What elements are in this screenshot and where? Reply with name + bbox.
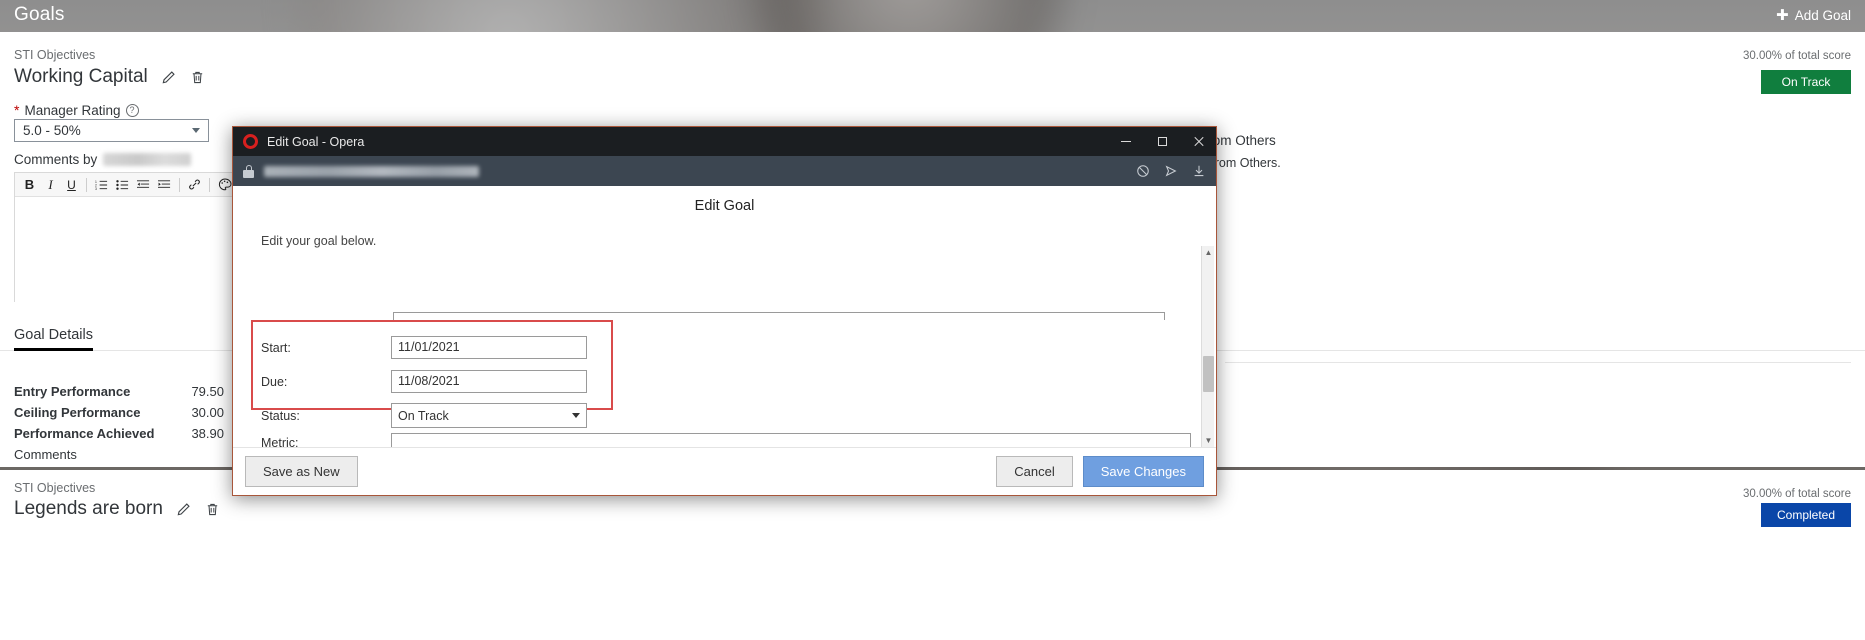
bulleted-list-icon[interactable] [112, 174, 133, 195]
start-input[interactable]: 11/01/2021 [391, 336, 587, 359]
window-title-bar[interactable]: Edit Goal - Opera [233, 127, 1216, 156]
dialog-scrollbar[interactable]: ▲ ▼ [1201, 246, 1214, 447]
maximize-button[interactable] [1144, 127, 1180, 156]
outdent-icon[interactable] [133, 174, 154, 195]
detail-key: Ceiling Performance [14, 405, 141, 420]
toolbar-divider [86, 177, 87, 192]
save-as-new-button[interactable]: Save as New [245, 456, 358, 487]
dialog-heading: Edit Goal [694, 198, 755, 214]
due-input[interactable]: 11/08/2021 [391, 370, 587, 393]
status-badge: Completed [1761, 503, 1851, 527]
goal-title-row: Legends are born [14, 498, 221, 520]
close-icon [1193, 136, 1204, 147]
link-icon[interactable] [184, 174, 205, 195]
app-page: Goals ✚ Add Goal STI Objectives Working … [0, 0, 1865, 640]
lock-icon [243, 164, 254, 178]
score-note: 30.00% of total score [1742, 50, 1851, 62]
goal-title-row: Working Capital [14, 66, 206, 88]
plus-icon: ✚ [1776, 6, 1789, 24]
manager-rating-label: * Manager Rating ? [14, 102, 139, 118]
address-bar[interactable] [233, 156, 1216, 186]
detail-key: Comments [14, 447, 77, 462]
chevron-down-icon[interactable]: ▼ [1202, 434, 1215, 447]
start-label: Start: [261, 340, 291, 355]
scrollbar-thumb[interactable] [1203, 356, 1214, 392]
objective-label: STI Objectives [14, 48, 96, 62]
redacted-author-name [103, 153, 192, 166]
italic-icon[interactable]: I [40, 174, 61, 195]
chevron-down-icon [572, 413, 580, 418]
form-section-border [393, 312, 1165, 320]
toolbar-divider [179, 177, 180, 192]
page-title: Goals [14, 4, 65, 25]
send-icon[interactable] [1164, 164, 1178, 178]
top-bar: Goals ✚ Add Goal [0, 0, 1865, 30]
chevron-down-icon [192, 128, 200, 133]
add-goal-label: Add Goal [1794, 7, 1851, 23]
field-row-metric: Metric: [261, 433, 1191, 447]
field-row-start: Start: 11/01/2021 [261, 336, 587, 359]
underline-icon[interactable]: U [61, 174, 82, 195]
tab-goal-details[interactable]: Goal Details [14, 327, 93, 351]
dialog-subtext: Edit your goal below. [261, 234, 377, 248]
add-goal-button[interactable]: ✚ Add Goal [1776, 8, 1851, 23]
detail-value: 79.50 [191, 384, 224, 399]
field-row-due: Due: 11/08/2021 [261, 370, 587, 393]
objective-label: STI Objectives [14, 481, 96, 495]
minimize-button[interactable] [1108, 127, 1144, 156]
manager-rating-text: Manager Rating [24, 102, 121, 118]
field-row-status: Status: On Track [261, 403, 587, 428]
comments-by-row: Comments by [14, 152, 192, 167]
dialog-form-scroll-area: Start: 11/01/2021 Due: 11/08/2021 Status… [233, 254, 1216, 447]
trash-icon[interactable] [204, 501, 221, 518]
dialog-footer: Save as New Cancel Save Changes [233, 447, 1216, 495]
bold-icon[interactable]: B [19, 174, 40, 195]
trash-icon[interactable] [189, 69, 206, 86]
goal-title: Legends are born [14, 498, 163, 519]
manager-rating-value: 5.0 - 50% [23, 123, 81, 138]
status-select[interactable]: On Track [391, 403, 587, 428]
pencil-icon[interactable] [175, 501, 192, 518]
toolbar-divider [209, 177, 210, 192]
svg-text:3: 3 [95, 187, 97, 191]
manager-rating-select[interactable]: 5.0 - 50% [14, 119, 209, 142]
comments-by-label: Comments by [14, 152, 98, 167]
download-icon[interactable] [1192, 164, 1206, 178]
dialog-footer-actions: Cancel Save Changes [996, 456, 1204, 487]
chevron-up-icon[interactable]: ▲ [1202, 246, 1215, 259]
opera-logo-icon [243, 134, 258, 149]
section-divider [1225, 362, 1851, 363]
window-title: Edit Goal - Opera [267, 134, 365, 149]
url-text[interactable] [264, 165, 479, 177]
status-badge: On Track [1761, 70, 1851, 94]
question-circle-icon[interactable]: ? [125, 103, 139, 117]
window-title-group: Edit Goal - Opera [243, 134, 364, 149]
window-controls [1108, 127, 1216, 156]
dialog-content: Edit Goal Edit your goal below. Start: 1… [233, 186, 1216, 495]
metric-label: Metric: [261, 436, 299, 447]
goal-title: Working Capital [14, 66, 148, 87]
block-icon[interactable] [1136, 164, 1150, 178]
opera-browser-window: Edit Goal - Opera Edit Goal Edit your go… [232, 126, 1217, 496]
required-marker: * [14, 102, 20, 118]
status-label: Status: [261, 408, 300, 423]
detail-value: 38.90 [191, 426, 224, 441]
status-value: On Track [398, 408, 449, 423]
cancel-button[interactable]: Cancel [996, 456, 1073, 487]
address-bar-actions [1136, 164, 1206, 178]
minimize-icon [1121, 141, 1131, 142]
maximize-icon [1157, 137, 1167, 146]
close-button[interactable] [1180, 127, 1216, 156]
highlight-box [251, 320, 613, 410]
pencil-icon[interactable] [160, 69, 177, 86]
detail-value: 30.00 [191, 405, 224, 420]
save-changes-button[interactable]: Save Changes [1082, 456, 1204, 487]
numbered-list-icon[interactable]: 1 2 3 [91, 174, 112, 195]
due-label: Due: [261, 374, 288, 389]
detail-key: Performance Achieved [14, 426, 155, 441]
metric-textarea[interactable] [391, 433, 1191, 447]
detail-key: Entry Performance [14, 384, 131, 399]
score-note: 30.00% of total score [1742, 488, 1851, 500]
indent-icon[interactable] [154, 174, 175, 195]
